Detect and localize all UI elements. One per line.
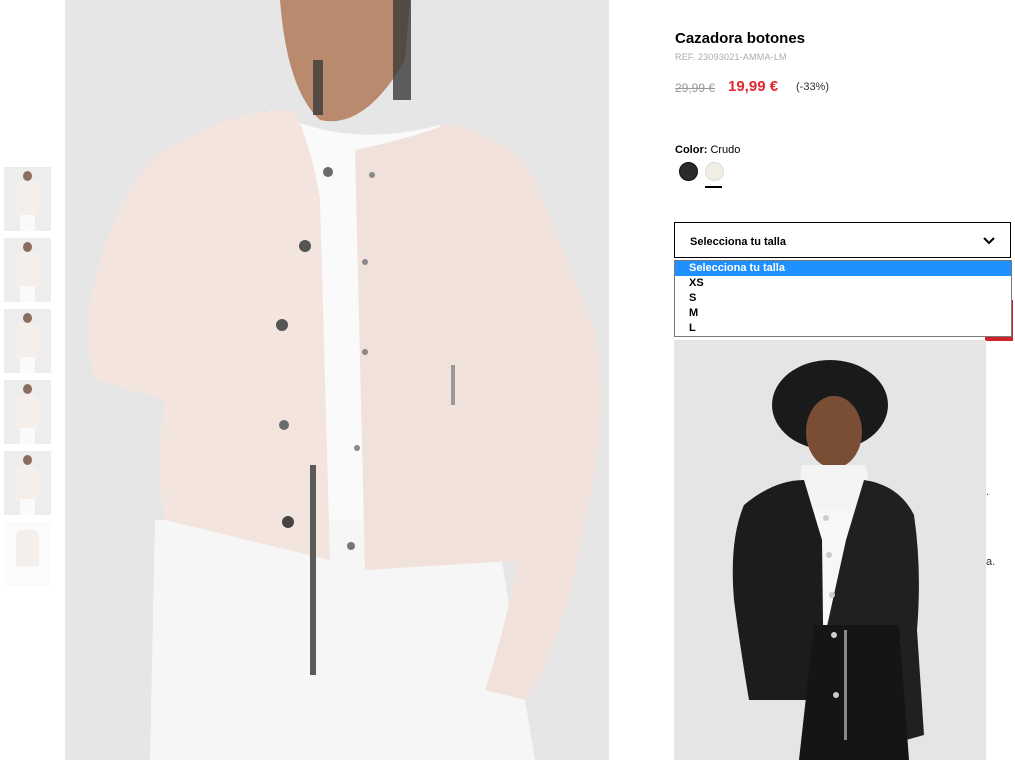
size-option-placeholder[interactable]: Selecciona tu talla: [675, 261, 1011, 276]
thumbnail-2[interactable]: [4, 238, 51, 302]
size-option-xs[interactable]: XS: [675, 276, 1011, 291]
discount-label: (-33%): [796, 81, 830, 93]
color-value: Crudo: [710, 144, 741, 156]
main-product-image[interactable]: [65, 0, 609, 760]
secondary-product-image[interactable]: [674, 340, 986, 760]
thumbnail-6[interactable]: [4, 522, 51, 586]
color-selector-label: Color: Crudo: [675, 144, 740, 156]
sale-price: 19,99 €: [728, 78, 779, 95]
jacket-photo: [65, 0, 609, 760]
size-select[interactable]: Selecciona tu talla: [674, 222, 1011, 258]
black-jacket-photo: [674, 340, 986, 760]
original-price: 29,99 €: [675, 81, 716, 95]
thumbnail-1[interactable]: [4, 167, 51, 231]
chevron-down-icon: [983, 237, 995, 245]
color-swatch-black[interactable]: [679, 162, 698, 181]
size-option-l[interactable]: L: [675, 321, 1011, 336]
size-option-s[interactable]: S: [675, 291, 1011, 306]
product-title: Cazadora botones: [675, 30, 806, 47]
color-swatch-cream[interactable]: [705, 162, 724, 181]
size-select-label: Selecciona tu talla: [690, 236, 786, 248]
side-text-fragment-1: .: [986, 486, 990, 498]
side-text-fragment-2: a.: [986, 556, 996, 568]
thumbnail-4[interactable]: [4, 380, 51, 444]
size-option-m[interactable]: M: [675, 306, 1011, 321]
color-label: Color:: [675, 144, 708, 156]
selected-swatch-indicator: [705, 186, 722, 188]
thumbnail-5[interactable]: [4, 451, 51, 515]
product-reference: REF. 23093021-AMMA-LM: [675, 52, 787, 62]
thumbnail-3[interactable]: [4, 309, 51, 373]
size-dropdown-list: Selecciona tu talla XS S M L: [674, 260, 1012, 337]
